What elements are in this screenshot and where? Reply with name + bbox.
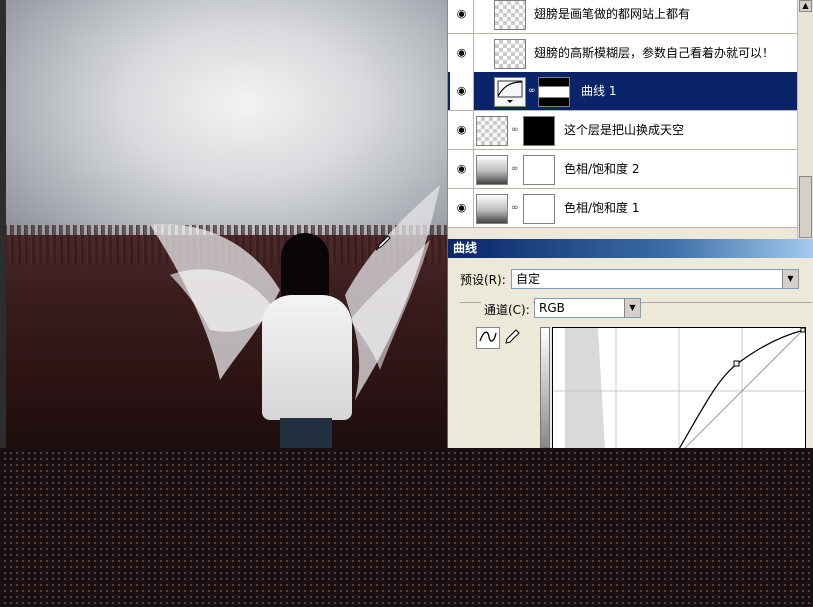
channel-select[interactable]: RGB ▼ [534, 298, 641, 318]
layer-name: 色相/饱和度 2 [564, 162, 640, 176]
eye-icon[interactable]: ◉ [450, 189, 474, 227]
curve-point-tool-icon[interactable] [476, 327, 500, 349]
scrollbar-thumb[interactable] [799, 176, 812, 238]
layer-row[interactable]: ◉ ∞ 这个层是把山换成天空 [448, 111, 798, 150]
eye-icon[interactable]: ◉ [450, 150, 474, 188]
layer-mask-thumbnail[interactable] [538, 77, 570, 107]
layer-thumbnail [476, 116, 508, 146]
layer-name: 色相/饱和度 1 [564, 201, 640, 215]
chevron-down-icon[interactable]: ▼ [624, 299, 640, 317]
layer-mask-thumbnail[interactable] [523, 116, 555, 146]
layers-scrollbar[interactable]: ▲ [797, 0, 813, 240]
layer-row[interactable]: ◉ 翅膀是画笔做的都网站上都有 [448, 0, 798, 34]
document-canvas[interactable] [0, 0, 447, 448]
channel-value: RGB [539, 301, 565, 315]
curve-graph-svg [553, 328, 805, 448]
layer-row[interactable]: ◉ 翅膀的高斯模糊层，参数自己看着办就可以！ [448, 34, 798, 73]
curves-adjustment-thumbnail [494, 77, 526, 107]
layer-name: 翅膀的高斯模糊层，参数自己看着办就可以！ [534, 46, 775, 60]
eye-icon[interactable]: ◉ [450, 0, 474, 33]
eyedropper-cursor-icon [375, 235, 391, 251]
output-gradient-bar [540, 327, 550, 448]
channel-label: 通道(C): [481, 301, 533, 318]
layer-mask-thumbnail[interactable] [523, 155, 555, 185]
girl-jeans [280, 418, 332, 448]
chain-link-icon[interactable]: ∞ [511, 203, 519, 215]
eye-icon[interactable]: ◉ [450, 72, 474, 110]
layer-row[interactable]: ◉ ∞ 色相/饱和度 2 [448, 150, 798, 189]
curve-graph[interactable] [552, 327, 806, 448]
canvas-left-edge [0, 0, 6, 448]
layer-mask-thumbnail[interactable] [523, 194, 555, 224]
layer-thumbnail [494, 39, 526, 69]
pencil-tool-icon[interactable] [500, 327, 524, 349]
chain-link-icon[interactable]: ∞ [528, 86, 536, 98]
curves-dialog: 曲线 预设(R): 自定 ▼ ≡ 通道(C): RGB ▼ [447, 239, 813, 448]
curves-adjustment-icon [497, 80, 523, 103]
layer-row-selected[interactable]: ◉ ∞ 曲线 1 [448, 72, 798, 111]
preset-select[interactable]: 自定 ▼ [511, 269, 799, 289]
layers-panel: ◉ 翅膀是画笔做的都网站上都有 ◉ 翅膀的高斯模糊层，参数自己看着办就可以！ ◉… [447, 0, 813, 240]
layer-name: 曲线 1 [581, 84, 617, 98]
chain-link-icon[interactable]: ∞ [511, 164, 519, 176]
hue-saturation-thumbnail [476, 155, 508, 185]
preset-label: 预设(R): [460, 273, 506, 287]
workspace-background [0, 448, 813, 607]
chevron-down-icon[interactable]: ▼ [782, 270, 798, 288]
hue-saturation-thumbnail [476, 194, 508, 224]
chain-link-icon[interactable]: ∞ [511, 125, 519, 137]
curve-end-point [800, 328, 805, 333]
curve-control-point [733, 360, 740, 367]
scroll-up-icon[interactable]: ▲ [799, 0, 812, 12]
eye-icon[interactable]: ◉ [450, 111, 474, 149]
girl-jacket [262, 295, 352, 420]
layer-thumbnail [494, 0, 526, 30]
eye-icon[interactable]: ◉ [450, 34, 474, 72]
layer-row[interactable]: ◉ ∞ 色相/饱和度 1 [448, 189, 798, 228]
layer-name: 翅膀是画笔做的都网站上都有 [534, 7, 691, 21]
dialog-title[interactable]: 曲线 [448, 239, 813, 258]
layer-name: 这个层是把山换成天空 [564, 123, 685, 137]
preset-value: 自定 [516, 272, 541, 286]
